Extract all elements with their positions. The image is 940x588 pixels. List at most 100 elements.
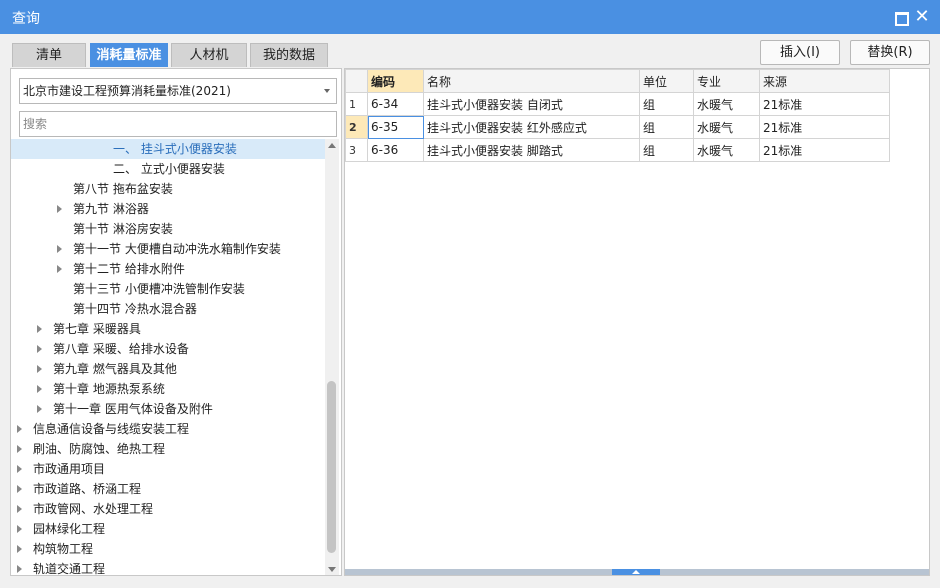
tree-item[interactable]: 第八章 采暖、给排水设备	[11, 339, 325, 359]
cell-unit[interactable]: 组	[639, 92, 694, 116]
cell-code[interactable]: 6-36	[367, 138, 424, 162]
cell-name[interactable]: 挂斗式小便器安装 红外感应式	[423, 115, 640, 139]
tree-item[interactable]: 第八节 拖布盆安装	[11, 179, 325, 199]
tree-item-label: 第十一章 医用气体设备及附件	[53, 402, 213, 416]
cell-source[interactable]: 21标准	[759, 115, 890, 139]
expand-arrow-icon[interactable]	[17, 525, 22, 533]
cell-major[interactable]: 水暖气	[693, 92, 760, 116]
tree-item-label: 第九章 燃气器具及其他	[53, 362, 177, 376]
tree-item-label: 刷油、防腐蚀、绝热工程	[33, 442, 166, 456]
expand-arrow-icon[interactable]	[17, 425, 22, 433]
tree-item[interactable]: 第九章 燃气器具及其他	[11, 359, 325, 379]
maximize-icon[interactable]	[892, 9, 909, 26]
left-panel: 北京市建设工程预算消耗量标准(2021) 一、 挂斗式小便器安装二、 立式小便器…	[10, 68, 342, 576]
expand-arrow-icon[interactable]	[17, 505, 22, 513]
header-source[interactable]: 来源	[759, 69, 890, 93]
category-tree: 一、 挂斗式小便器安装二、 立式小便器安装第八节 拖布盆安装第九节 淋浴器第十节…	[11, 139, 325, 576]
header-unit[interactable]: 单位	[639, 69, 694, 93]
expand-arrow-icon[interactable]	[37, 345, 42, 353]
row-number[interactable]: 2	[345, 115, 368, 139]
cell-unit[interactable]: 组	[639, 115, 694, 139]
tree-item[interactable]: 信息通信设备与线缆安装工程	[11, 419, 325, 439]
header-rownum	[345, 69, 368, 93]
cell-code[interactable]: 6-35	[367, 115, 424, 139]
header-major[interactable]: 专业	[693, 69, 760, 93]
tree-item[interactable]: 市政管网、水处理工程	[11, 499, 325, 519]
tree-item[interactable]: 第七章 采暖器具	[11, 319, 325, 339]
row-number[interactable]: 1	[345, 92, 368, 116]
scrollbar-thumb[interactable]	[327, 381, 336, 553]
tree-item-label: 第十二节 给排水附件	[73, 262, 185, 276]
scroll-up-icon[interactable]	[328, 143, 336, 148]
expand-arrow-icon[interactable]	[37, 405, 42, 413]
panel-collapse-handle[interactable]	[612, 569, 660, 575]
tree-item[interactable]: 二、 立式小便器安装	[11, 159, 325, 179]
window-title: 查询	[12, 11, 40, 27]
tree-item-label: 构筑物工程	[33, 542, 94, 556]
tree-item[interactable]: 第十章 地源热泵系统	[11, 379, 325, 399]
row-number[interactable]: 3	[345, 138, 368, 162]
expand-arrow-icon[interactable]	[57, 205, 62, 213]
cell-major[interactable]: 水暖气	[693, 115, 760, 139]
tree-item[interactable]: 一、 挂斗式小便器安装	[11, 139, 325, 159]
cell-unit[interactable]: 组	[639, 138, 694, 162]
cell-name[interactable]: 挂斗式小便器安装 自闭式	[423, 92, 640, 116]
table-row[interactable]: 3 6-36 挂斗式小便器安装 脚踏式组水暖气 21标准	[345, 138, 890, 162]
tab-labor-material-machine[interactable]: 人材机	[171, 43, 247, 67]
tab-consumption-standard[interactable]: 消耗量标准	[90, 43, 168, 67]
expand-arrow-icon[interactable]	[37, 385, 42, 393]
tree-item[interactable]: 第十一章 医用气体设备及附件	[11, 399, 325, 419]
tree-item[interactable]: 第十二节 给排水附件	[11, 259, 325, 279]
standard-select-value: 北京市建设工程预算消耗量标准(2021)	[23, 84, 231, 98]
tree-item-label: 第十节 淋浴房安装	[73, 222, 173, 236]
tree-item[interactable]: 第十三节 小便槽冲洗管制作安装	[11, 279, 325, 299]
table-row[interactable]: 2 6-35 挂斗式小便器安装 红外感应式组水暖气 21标准	[345, 115, 890, 139]
header-code[interactable]: 编码	[367, 69, 424, 93]
tree-item[interactable]: 市政通用项目	[11, 459, 325, 479]
tree-item[interactable]: 轨道交通工程	[11, 559, 325, 576]
tree-item-label: 信息通信设备与线缆安装工程	[33, 422, 190, 436]
expand-arrow-icon[interactable]	[17, 565, 22, 573]
expand-arrow-icon[interactable]	[57, 245, 62, 253]
expand-arrow-icon[interactable]	[17, 485, 22, 493]
title-bar: 查询 ✕	[0, 0, 940, 34]
table-row[interactable]: 1 6-34 挂斗式小便器安装 自闭式组水暖气 21标准	[345, 92, 890, 116]
tree-item[interactable]: 第十四节 冷热水混合器	[11, 299, 325, 319]
tab-qingdan[interactable]: 清单	[12, 43, 86, 67]
tree-item[interactable]: 刷油、防腐蚀、绝热工程	[11, 439, 325, 459]
tree-item[interactable]: 园林绿化工程	[11, 519, 325, 539]
cell-major[interactable]: 水暖气	[693, 138, 760, 162]
tree-item[interactable]: 第九节 淋浴器	[11, 199, 325, 219]
tree-item-label: 第七章 采暖器具	[53, 322, 141, 336]
expand-arrow-icon[interactable]	[57, 265, 62, 273]
cell-name[interactable]: 挂斗式小便器安装 脚踏式	[423, 138, 640, 162]
tree-item[interactable]: 第十一节 大便槽自动冲洗水箱制作安装	[11, 239, 325, 259]
search-input[interactable]	[19, 111, 337, 137]
tab-my-data[interactable]: 我的数据	[250, 43, 328, 67]
cell-source[interactable]: 21标准	[759, 92, 890, 116]
expand-arrow-icon[interactable]	[37, 325, 42, 333]
header-name[interactable]: 名称	[423, 69, 640, 93]
expand-arrow-icon[interactable]	[37, 365, 42, 373]
insert-button[interactable]: 插入(I)	[760, 40, 840, 65]
replace-button[interactable]: 替换(R)	[850, 40, 930, 65]
cell-source[interactable]: 21标准	[759, 138, 890, 162]
standard-select[interactable]: 北京市建设工程预算消耗量标准(2021)	[19, 78, 337, 104]
tree-item-label: 第十三节 小便槽冲洗管制作安装	[73, 282, 245, 296]
tree-item[interactable]: 构筑物工程	[11, 539, 325, 559]
close-icon[interactable]: ✕	[914, 8, 930, 26]
expand-arrow-icon[interactable]	[17, 465, 22, 473]
tree-item-label: 第八节 拖布盆安装	[73, 182, 173, 196]
tree-item[interactable]: 市政道路、桥涵工程	[11, 479, 325, 499]
tree-scrollbar[interactable]	[325, 139, 339, 575]
tree-item-label: 轨道交通工程	[33, 562, 106, 576]
scroll-down-icon[interactable]	[328, 567, 336, 572]
tree-item-label: 市政道路、桥涵工程	[33, 482, 142, 496]
result-table: 编码 名称 单位 专业 来源 1 6-34 挂斗式小便器安装 自闭式组水暖气 21标准…	[345, 69, 890, 162]
expand-arrow-icon[interactable]	[17, 445, 22, 453]
right-panel: 编码 名称 单位 专业 来源 1 6-34 挂斗式小便器安装 自闭式组水暖气 21标准…	[344, 68, 930, 576]
tree-item[interactable]: 第十节 淋浴房安装	[11, 219, 325, 239]
tree-item-label: 二、 立式小便器安装	[113, 162, 225, 176]
cell-code[interactable]: 6-34	[367, 92, 424, 116]
expand-arrow-icon[interactable]	[17, 545, 22, 553]
